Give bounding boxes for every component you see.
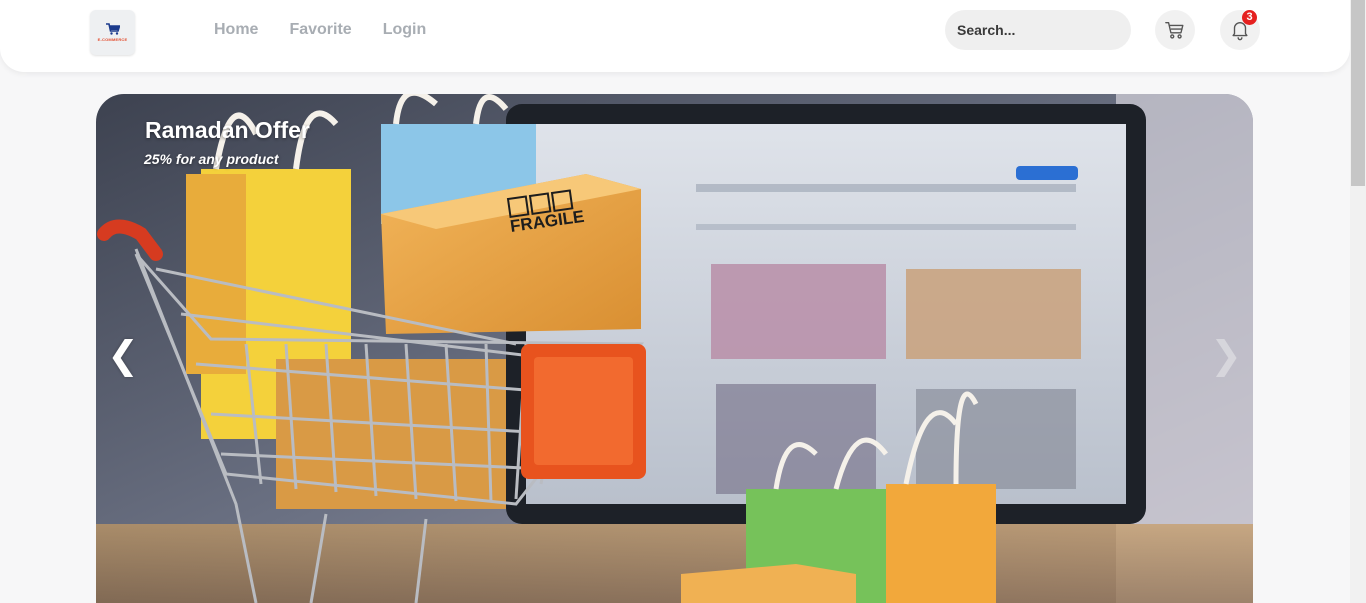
hero-carousel: FRAGILE Ramadan Offer 25% for any produc… [96,94,1253,603]
carousel-prev-button[interactable]: ❮ [107,332,139,378]
carousel-next-button[interactable]: ❯ [1210,332,1242,378]
scrollbar-thumb[interactable] [1351,0,1365,186]
hero-image: FRAGILE [96,94,1253,603]
nav-links: Home Favorite Login [214,19,457,41]
hero-subtitle: 25% for any product [144,151,279,167]
search-input[interactable] [945,10,1131,50]
logo[interactable]: E-COMMERCE [90,10,135,55]
nav-home-link[interactable]: Home [214,19,258,41]
notification-badge: 3 [1242,10,1257,25]
hero-title: Ramadan Offer [145,117,310,143]
logo-text: E-COMMERCE [97,37,128,42]
notifications-button[interactable]: 3 [1220,10,1260,50]
page-scrollbar[interactable] [1350,0,1366,603]
cart-button[interactable] [1155,10,1195,50]
nav-favorite-link[interactable]: Favorite [289,19,351,41]
nav-login-link[interactable]: Login [383,19,427,41]
cart-icon [1165,21,1184,39]
navbar: E-COMMERCE Home Favorite Login 3 [0,0,1350,72]
logo-cart-icon [105,23,120,35]
